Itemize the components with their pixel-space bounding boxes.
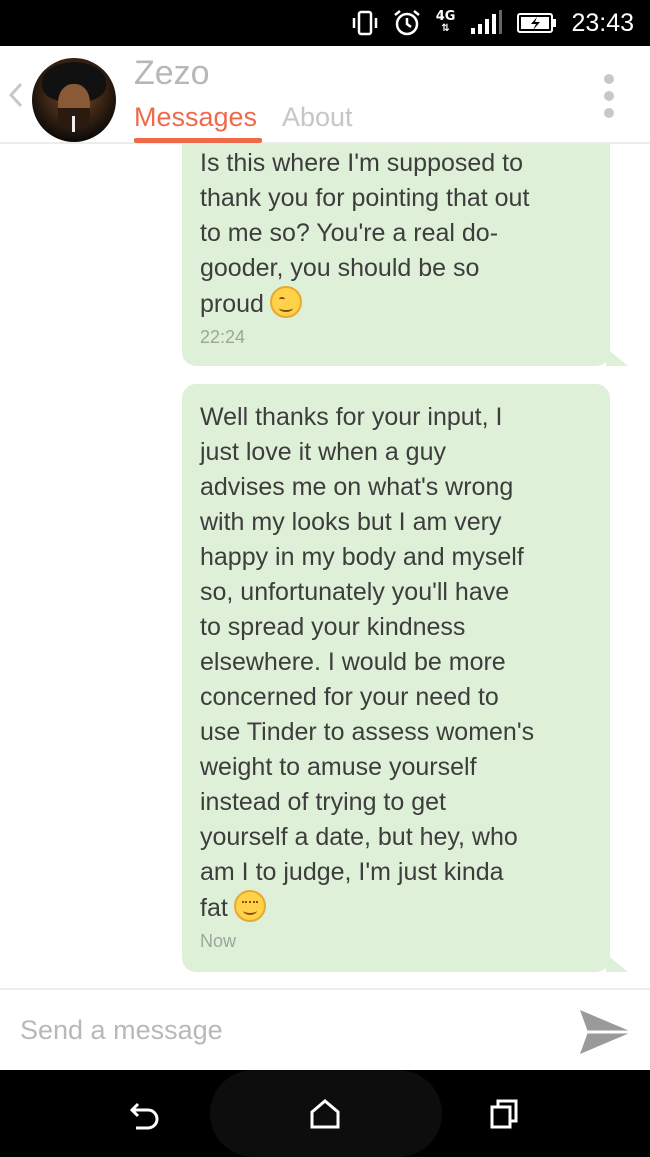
message-composer: [0, 988, 650, 1070]
message-text-line: weight to amuse yourself: [200, 753, 477, 781]
message-text-line: happy in my body and myself: [200, 543, 524, 571]
home-icon[interactable]: [308, 1098, 342, 1130]
more-options-icon[interactable]: [602, 72, 616, 120]
message-timestamp: 22:24: [200, 327, 246, 347]
tab-messages[interactable]: Messages: [134, 102, 257, 133]
vibrate-icon: [352, 9, 378, 37]
alarm-icon: [392, 8, 422, 38]
signal-icon: [469, 10, 503, 36]
message-input[interactable]: [20, 1008, 540, 1052]
message-bubble[interactable]: Is this where I'm supposed to thank you …: [182, 144, 628, 366]
active-tab-indicator: [134, 138, 262, 143]
back-chevron-icon[interactable]: [6, 80, 26, 110]
message-text-line: instead of trying to get: [200, 788, 446, 816]
message-text-line: yourself a date, but hey, who: [200, 823, 518, 851]
battery-charging-icon: [517, 12, 557, 34]
tab-about[interactable]: About: [282, 102, 353, 133]
message-text-line: so, unfortunately you'll have: [200, 578, 510, 606]
back-icon[interactable]: [128, 1098, 162, 1130]
message-text-line: with my looks but I am very: [200, 508, 502, 536]
message-timestamp: Now: [200, 931, 237, 951]
message-text-line: thank you for pointing that out: [200, 184, 530, 212]
contact-avatar[interactable]: [32, 58, 116, 142]
message-text-line: gooder, you should be so: [200, 254, 480, 282]
message-text-line: Is this where I'm supposed to: [200, 149, 523, 177]
send-icon[interactable]: [578, 1006, 634, 1058]
message-text-line: just love it when a guy: [200, 438, 446, 466]
status-bar: 4G ⇅ 23:43: [0, 0, 650, 46]
chat-header: Zezo Messages About: [0, 46, 650, 144]
message-text-line: elsewhere. I would be more: [200, 648, 506, 676]
message-text-line: to me so? You're a real do-: [200, 219, 499, 247]
system-navigation-bar: [0, 1070, 650, 1157]
message-text-line: to spread your kindness: [200, 613, 466, 641]
message-text-line: use Tinder to assess women's: [200, 718, 535, 746]
network-type: 4G ⇅: [435, 9, 456, 34]
message-text-line: proud: [200, 290, 264, 318]
message-list[interactable]: Is this where I'm supposed to thank you …: [0, 144, 650, 988]
smiling-face-emoji-icon: [233, 890, 266, 922]
contact-name[interactable]: Zezo: [134, 54, 210, 93]
message-text-line: advises me on what's wrong: [200, 473, 514, 501]
message-text-line: fat: [200, 894, 228, 922]
message-text-line: Well thanks for your input, I: [200, 403, 503, 431]
message-text-line: concerned for your need to: [200, 683, 499, 711]
winking-face-emoji-icon: [269, 286, 302, 318]
recent-apps-icon[interactable]: [488, 1098, 522, 1130]
message-text-line: am I to judge, I'm just kinda: [200, 858, 504, 886]
message-bubble[interactable]: Well thanks for your input, I just love …: [182, 384, 628, 972]
clock-time: 23:43: [571, 8, 634, 37]
